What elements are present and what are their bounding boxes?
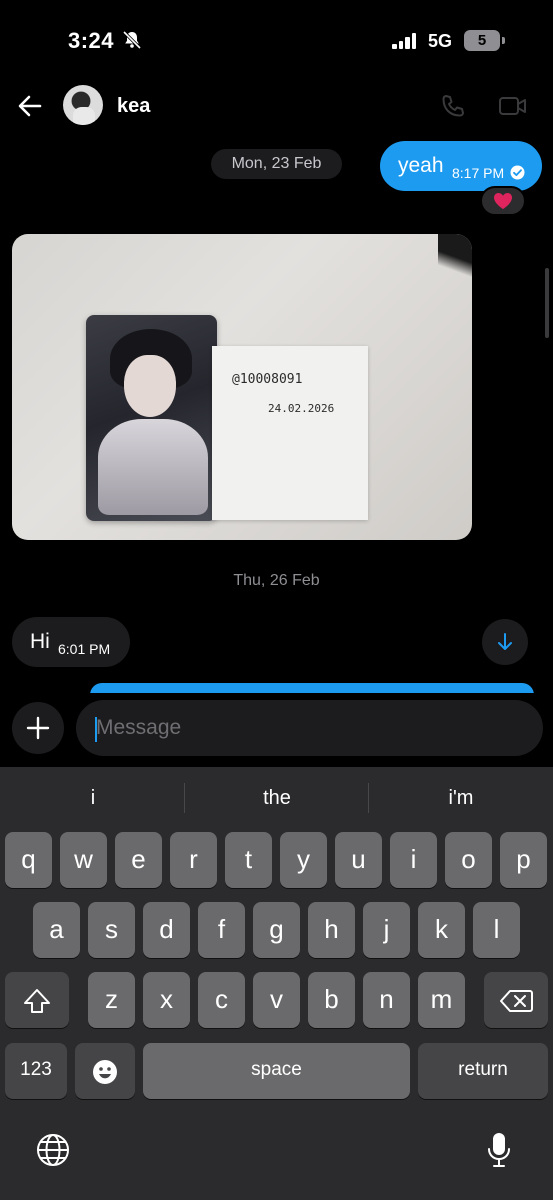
shift-arrow-icon (24, 989, 50, 1014)
globe-icon[interactable] (36, 1133, 70, 1167)
key-w[interactable]: w (60, 832, 107, 888)
back-arrow-icon[interactable] (16, 92, 44, 120)
key-u[interactable]: u (335, 832, 382, 888)
arrow-down-icon (498, 633, 512, 650)
outgoing-message[interactable]: yeah 8:17 PM (380, 141, 542, 191)
handwritten-note: @10008091 24.02.2026 (212, 346, 368, 520)
contact-name[interactable]: kea (117, 95, 150, 118)
heart-reaction[interactable] (480, 186, 526, 216)
key-e[interactable]: e (115, 832, 162, 888)
key-n[interactable]: n (363, 972, 410, 1028)
key-h[interactable]: h (308, 902, 355, 958)
date-separator: Mon, 23 Feb (211, 149, 342, 179)
message-input[interactable] (76, 700, 543, 756)
message-composer (0, 693, 553, 767)
key-k[interactable]: k (418, 902, 465, 958)
note-handle: @10008091 (232, 372, 303, 387)
scroll-to-bottom-button[interactable] (482, 619, 528, 665)
key-g[interactable]: g (253, 902, 300, 958)
note-date: 24.02.2026 (268, 402, 335, 415)
key-d[interactable]: d (143, 902, 190, 958)
key-p[interactable]: p (500, 832, 547, 888)
add-attachment-button[interactable] (12, 702, 64, 754)
network-type: 5G (428, 31, 453, 51)
key-r[interactable]: r (170, 832, 217, 888)
key-a[interactable]: a (33, 902, 80, 958)
key-t[interactable]: t (225, 832, 272, 888)
text-caret (95, 717, 97, 742)
key-i[interactable]: i (390, 832, 437, 888)
backspace-key[interactable] (484, 972, 548, 1028)
status-bar: 3:24 5G 5 (0, 0, 553, 80)
message-text: yeah (398, 154, 444, 177)
key-o[interactable]: o (445, 832, 492, 888)
key-q[interactable]: q (5, 832, 52, 888)
chat-header: kea (0, 80, 553, 135)
numbers-key[interactable]: 123 (5, 1043, 67, 1099)
battery-icon: 5 (464, 30, 505, 51)
key-c[interactable]: c (198, 972, 245, 1028)
suggestion-3[interactable]: i'm (376, 787, 546, 811)
key-z[interactable]: z (88, 972, 135, 1028)
key-l[interactable]: l (473, 902, 520, 958)
phone-call-icon[interactable] (440, 93, 466, 119)
key-j[interactable]: j (363, 902, 410, 958)
emoji-key[interactable] (75, 1043, 135, 1099)
message-text: Hi (30, 630, 50, 653)
message-time: 8:17 PM (452, 165, 505, 181)
scrollbar[interactable] (545, 268, 549, 338)
message-time: 6:01 PM (58, 641, 111, 657)
key-f[interactable]: f (198, 902, 245, 958)
read-check-icon (510, 165, 525, 180)
incoming-message[interactable]: Hi 6:01 PM (12, 617, 130, 667)
photocard-image (86, 315, 217, 521)
cellular-signal-icon (392, 33, 418, 49)
photo-message[interactable]: @10008091 24.02.2026 (12, 234, 472, 540)
microphone-icon[interactable] (486, 1131, 512, 1169)
video-call-icon[interactable] (498, 94, 528, 118)
avatar[interactable] (63, 85, 103, 125)
key-m[interactable]: m (418, 972, 465, 1028)
plus-icon (26, 716, 50, 740)
key-x[interactable]: x (143, 972, 190, 1028)
space-key[interactable]: space (143, 1043, 410, 1099)
shift-key[interactable] (5, 972, 69, 1028)
status-time: 3:24 (68, 28, 115, 53)
date-separator: Thu, 26 Feb (233, 572, 320, 589)
backspace-icon (500, 990, 533, 1013)
key-s[interactable]: s (88, 902, 135, 958)
return-key[interactable]: return (418, 1043, 548, 1099)
key-v[interactable]: v (253, 972, 300, 1028)
key-y[interactable]: y (280, 832, 327, 888)
heart-icon (494, 193, 512, 209)
suggestion-2[interactable]: the (192, 787, 362, 811)
suggestion-1[interactable]: i (8, 787, 178, 811)
bell-slash-icon (122, 30, 142, 50)
key-b[interactable]: b (308, 972, 355, 1028)
on-screen-keyboard: i the i'm q w e r t y u i o p a s d f g … (0, 767, 553, 1200)
emoji-icon (93, 1060, 117, 1085)
